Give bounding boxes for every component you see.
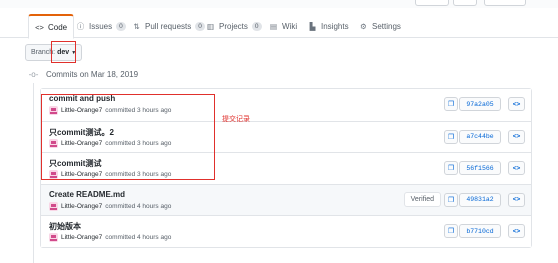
tab-pull-requests[interactable]: ⇅ Pull requests 0: [126, 14, 211, 39]
tab-label: Settings: [372, 22, 401, 31]
branch-highlight-box: [51, 41, 76, 63]
tab-label: Insights: [321, 22, 349, 31]
commits-page: <> Code ⓘ Issues 0 ⇅ Pull requests 0 ▥ P…: [0, 0, 558, 263]
clipboard-icon[interactable]: ❐: [444, 97, 458, 111]
clipboard-icon[interactable]: ❐: [444, 192, 458, 207]
commit-actions: ❐ 56f1566 <>: [444, 161, 525, 175]
commit-message-link[interactable]: Create README.md: [49, 190, 125, 199]
commit-sha-button[interactable]: 56f1566: [459, 161, 501, 175]
browse-repo-button[interactable]: <>: [508, 129, 525, 144]
tab-label: Issues: [89, 22, 113, 31]
verified-badge[interactable]: Verified: [403, 191, 441, 207]
avatar[interactable]: [49, 233, 58, 242]
commit-author-link[interactable]: Little-Orange7: [61, 234, 102, 241]
commit-message-link[interactable]: 初始版本: [49, 221, 81, 232]
graph-icon: ▙: [309, 22, 316, 31]
annotation-highlight-box: [41, 94, 215, 180]
issues-count: 0: [116, 22, 126, 31]
commit-row: 初始版本 Little-Orange7 committed 4 hours ag…: [41, 215, 531, 247]
commit-time: committed 4 hours ago: [105, 234, 172, 241]
repo-header-strip: [0, 0, 558, 8]
watch-button[interactable]: [415, 0, 449, 6]
commit-time: committed 4 hours ago: [105, 202, 172, 210]
commit-date-group: -o- Commits on Mar 18, 2019: [28, 70, 138, 79]
tab-settings[interactable]: ⚙ Settings: [353, 14, 407, 39]
avatar[interactable]: [49, 201, 58, 211]
commit-sha-button[interactable]: b7710cd: [459, 224, 501, 238]
browse-repo-button[interactable]: <>: [508, 161, 525, 175]
tab-label: Pull requests: [145, 22, 192, 31]
commit-date-title: Commits on Mar 18, 2019: [46, 70, 139, 79]
commit-sha-button[interactable]: 97a2a05: [459, 97, 501, 111]
pull-request-icon: ⇅: [133, 22, 140, 31]
git-commit-icon: -o-: [28, 70, 39, 79]
tab-label: Code: [48, 22, 68, 32]
commit-actions: ❐ b7710cd <>: [444, 224, 525, 238]
book-icon: ▤: [269, 22, 278, 31]
tab-label: Wiki: [282, 22, 298, 31]
commit-sha-button[interactable]: a7c44be: [459, 129, 501, 144]
issue-icon: ⓘ: [76, 22, 85, 31]
watch-count[interactable]: [453, 0, 477, 6]
project-icon: ▥: [206, 22, 215, 31]
clipboard-icon[interactable]: ❐: [444, 129, 458, 144]
commit-sha-button[interactable]: 49831a2: [459, 192, 501, 207]
commit-actions: ❐ a7c44be <>: [444, 129, 525, 144]
timeline-line: [33, 83, 34, 263]
browse-repo-button[interactable]: <>: [508, 224, 525, 238]
star-button[interactable]: [484, 0, 526, 6]
commit-row: Create README.md Little-Orange7 committe…: [41, 183, 531, 215]
commit-actions: ❐ 97a2a05 <>: [444, 97, 525, 111]
gear-icon: ⚙: [360, 22, 367, 31]
projects-count: 0: [251, 22, 262, 31]
tab-insights[interactable]: ▙ Insights: [302, 14, 355, 39]
annotation-label: 提交记录: [222, 115, 250, 123]
commit-actions: ❐ 49831a2 <>: [444, 192, 525, 207]
clipboard-icon[interactable]: ❐: [444, 224, 458, 238]
browse-repo-button[interactable]: <>: [508, 192, 525, 207]
tab-projects[interactable]: ▥ Projects 0: [200, 14, 268, 39]
commit-author-link[interactable]: Little-Orange7: [61, 203, 102, 210]
tab-wiki[interactable]: ▤ Wiki: [263, 14, 303, 39]
repo-nav-tabs: <> Code ⓘ Issues 0 ⇅ Pull requests 0 ▥ P…: [0, 14, 558, 39]
code-icon: <>: [35, 22, 44, 32]
commit-meta: Little-Orange7 committed 4 hours ago: [49, 233, 171, 242]
commit-meta: Little-Orange7 committed 4 hours ago: [49, 201, 172, 211]
tab-issues[interactable]: ⓘ Issues 0: [70, 14, 132, 39]
clipboard-icon[interactable]: ❐: [444, 161, 458, 175]
browse-repo-button[interactable]: <>: [508, 97, 525, 111]
tab-code[interactable]: <> Code: [28, 14, 75, 39]
tab-label: Projects: [219, 22, 248, 31]
